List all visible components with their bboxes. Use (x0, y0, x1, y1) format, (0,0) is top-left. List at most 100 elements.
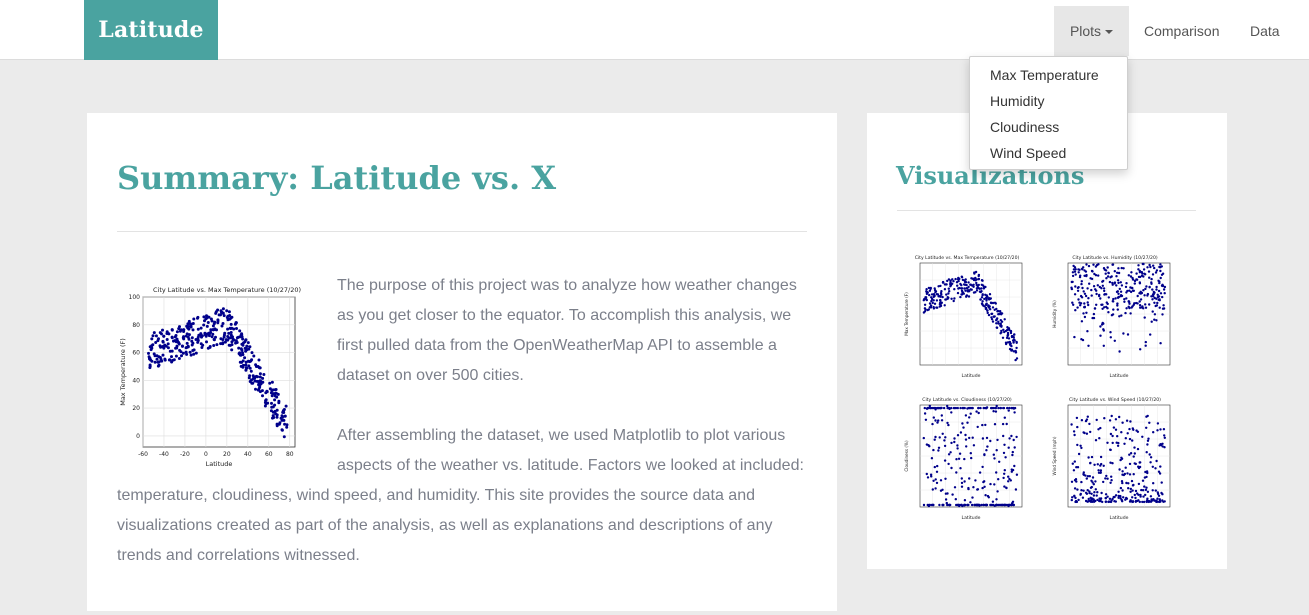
thumbnail-point (1006, 406, 1009, 410)
thumbnail-point (1145, 451, 1148, 454)
thumbnail-point (1074, 309, 1077, 312)
thumbnail-point (1123, 442, 1126, 445)
menu-item-humidity[interactable]: Humidity (990, 93, 1044, 109)
thumbnail-point (943, 304, 946, 307)
thumbnail-point (1105, 474, 1108, 478)
brand-logo[interactable]: Latitude (84, 0, 218, 60)
thumbnail-point (964, 414, 968, 417)
thumbnail-point (1131, 489, 1134, 492)
thumbnail-point (1137, 466, 1141, 470)
nav-comparison[interactable]: Comparison (1144, 6, 1219, 56)
thumbnail-point (937, 295, 940, 298)
thumbnail-point (958, 452, 962, 455)
summary-plot-point (194, 338, 198, 341)
thumbnail-point (1147, 270, 1151, 273)
thumbnail-point (975, 410, 978, 413)
summary-plot-point (237, 346, 241, 350)
summary-plot-point (158, 344, 162, 348)
thumbnail-point (1080, 282, 1083, 286)
thumbnail-point (1012, 406, 1015, 410)
thumbnail-point (983, 485, 986, 488)
summary-plot-point (271, 405, 275, 409)
thumbnail-point (1150, 320, 1153, 323)
thumbnail-point (948, 290, 951, 293)
menu-item-cloudiness[interactable]: Cloudiness (990, 119, 1059, 135)
summary-plot-point (171, 358, 175, 362)
summary-plot-image[interactable]: City Latitude vs. Max Temperature (10/27… (117, 283, 302, 473)
thumbnail-point (987, 304, 990, 307)
thumbnail-point (1122, 332, 1125, 335)
summary-plot-point (256, 388, 260, 392)
thumbnail-point (972, 291, 976, 294)
thumbnail-point (929, 304, 933, 307)
thumbnail-point (946, 421, 949, 425)
summary-plot-point (219, 342, 223, 346)
thumbnail-point (927, 286, 931, 290)
thumbnail-point (950, 297, 953, 300)
menu-item-wind-speed[interactable]: Wind Speed (990, 145, 1066, 161)
summary-plot-point (274, 412, 278, 416)
thumbnail-point (953, 288, 956, 291)
thumbnail-cloudiness-plot[interactable]: City Latitude vs. Cloudiness (10/27/20) L… (900, 395, 1030, 523)
thumbnail-point (995, 498, 998, 501)
thumbnail-point (930, 475, 933, 478)
thumbnail-point (942, 406, 946, 410)
thumbnail-point (1143, 485, 1146, 488)
summary-plot-point (270, 380, 274, 384)
thumbnail-point (1153, 266, 1156, 270)
thumbnail-point (1005, 422, 1008, 426)
thumbnail-point (1095, 418, 1098, 422)
thumbnail-point (961, 422, 964, 425)
thumbnail-point (1107, 271, 1110, 274)
summary-plot-point (253, 376, 257, 380)
thumbnail-point (928, 289, 932, 292)
summary-plot-x-tick-label: 80 (286, 451, 294, 458)
thumbnail-point (1099, 464, 1102, 467)
summary-plot-point (161, 328, 164, 332)
thumbnail-point (1119, 486, 1123, 490)
thumbnail-point (1071, 496, 1074, 499)
thumbnail-point (1117, 490, 1120, 493)
thumbnail-point (924, 296, 927, 299)
thumbnail-point (1155, 500, 1158, 504)
thumbnail-point (963, 480, 966, 483)
thumbnail-point (960, 293, 963, 296)
thumbnail-point (933, 438, 936, 441)
thumbnail-point (1117, 271, 1121, 275)
menu-item-max-temperature[interactable]: Max Temperature (990, 67, 1099, 83)
thumbnail-point (998, 503, 1002, 507)
thumbnail-humidity-plot[interactable]: City Latitude vs. Humidity (10/27/20) Lat… (1048, 253, 1178, 381)
thumbnail-wind-speed-plot[interactable]: City Latitude vs. Wind Speed (10/27/20) L… (1048, 395, 1178, 523)
thumbnail-point (1163, 500, 1166, 503)
nav-plots-dropdown[interactable]: Plots (1054, 6, 1129, 56)
thumbnail-point (1082, 472, 1085, 476)
thumbnail-point (1138, 304, 1142, 307)
summary-plot-point (188, 322, 192, 325)
thumbnail-point (1081, 286, 1084, 290)
thumbnail-point (1015, 340, 1018, 344)
summary-plot-point (163, 357, 167, 361)
thumbnail-point (978, 471, 982, 474)
summary-plot-point (196, 340, 200, 344)
thumbnail-point (1144, 273, 1147, 276)
thumbnail-point (1146, 471, 1149, 475)
thumbnail-point (1010, 334, 1014, 338)
thumbnail-point (1144, 287, 1147, 291)
thumbnail-temperature-plot[interactable]: City Latitude vs. Max Temperature (10/27… (900, 253, 1030, 381)
thumbnail-point (1096, 463, 1099, 466)
thumbnail-point (1129, 275, 1133, 278)
thumbnail-point (1089, 499, 1093, 502)
thumbnail-point (939, 301, 943, 305)
thumbnail-point (941, 295, 944, 299)
thumbnail-point (1120, 284, 1124, 287)
thumbnail-point (1090, 277, 1094, 281)
thumbnail-point (1122, 473, 1126, 477)
nav-data[interactable]: Data (1250, 6, 1280, 56)
thumbnail-point (1083, 315, 1087, 319)
thumbnail-point (1099, 325, 1102, 328)
summary-plot-point (191, 328, 195, 332)
summary-plot-point (270, 401, 273, 405)
thumbnail-point (1095, 292, 1098, 296)
thumbnail-point (1086, 330, 1089, 333)
thumbnail-point (964, 433, 967, 437)
